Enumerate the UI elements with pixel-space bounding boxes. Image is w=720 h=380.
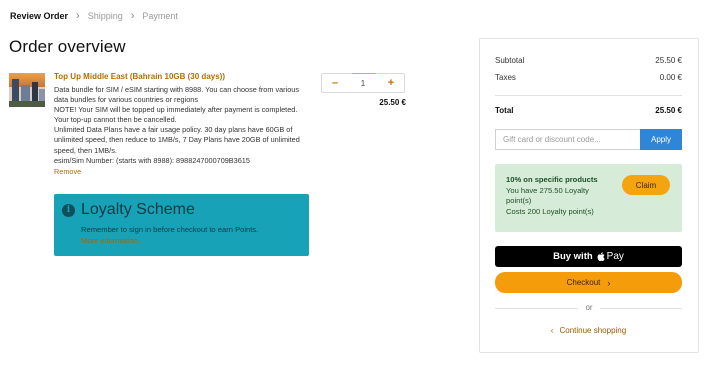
apple-pay-label: Buy with <box>553 251 593 262</box>
or-label: or <box>578 303 600 312</box>
page-title: Order overview <box>9 37 126 56</box>
reward-balance-unit: point(s) <box>506 196 532 205</box>
quantity-input[interactable] <box>351 78 375 88</box>
taxes-value: 0.00 € <box>659 73 682 82</box>
chevron-left-icon: ‹ <box>550 326 554 335</box>
checkout-label: Checkout <box>566 278 601 287</box>
chevron-right-icon: › <box>130 10 135 22</box>
product-image[interactable] <box>9 73 45 107</box>
continue-shopping-link[interactable]: ‹ Continue shopping <box>495 326 682 335</box>
divider <box>495 95 682 96</box>
apple-pay-pay-text: Pay <box>606 251 624 262</box>
total-row: Total 25.50 € <box>495 106 682 115</box>
product-policy: Unlimited Data Plans have a fair usage p… <box>54 125 300 155</box>
remove-link[interactable]: Remove <box>54 167 81 177</box>
product-description: Data bundle for SIM / eSIM starting with… <box>54 85 299 105</box>
breadcrumb: Review Order › Shipping › Payment <box>10 10 178 22</box>
subtotal-value: 25.50 € <box>655 56 682 65</box>
apply-button[interactable]: Apply <box>640 129 682 150</box>
loyalty-heading: Loyalty Scheme <box>81 201 195 218</box>
claim-button[interactable]: Claim <box>622 175 670 195</box>
total-value: 25.50 € <box>655 106 682 115</box>
discount-form: Apply <box>495 129 682 150</box>
subtotal-label: Subtotal <box>495 56 525 65</box>
quantity-stepper: – + <box>321 73 405 93</box>
chevron-right-icon: › <box>76 10 80 22</box>
reward-cost: Costs 200 Loyalty point(s) <box>506 207 594 216</box>
line-price: 25.50 € <box>379 98 406 107</box>
continue-shopping-label: Continue shopping <box>559 326 627 335</box>
checkout-button[interactable]: Checkout › <box>495 272 682 293</box>
more-information-link[interactable]: More information. <box>81 236 140 245</box>
breadcrumb-payment[interactable]: Payment <box>142 11 178 21</box>
sim-number: esim/Sim Number: (starts with 8988): 898… <box>54 155 250 165</box>
loyalty-reward-card: 10% on specific products You have 275.50… <box>495 164 682 232</box>
product-title[interactable]: Top Up Middle East (Bahrain 10GB (30 day… <box>54 72 312 82</box>
subtotal-row: Subtotal 25.50 € <box>495 56 682 65</box>
breadcrumb-review-order[interactable]: Review Order <box>10 11 68 21</box>
total-label: Total <box>495 106 514 115</box>
loyalty-message: Remember to sign in before checkout to e… <box>81 225 259 234</box>
decrement-button[interactable]: – <box>322 77 348 89</box>
breadcrumb-shipping[interactable]: Shipping <box>88 11 123 21</box>
apple-logo-icon <box>597 252 605 261</box>
discount-code-input[interactable] <box>495 129 640 150</box>
increment-button[interactable]: + <box>378 77 404 89</box>
order-summary: Subtotal 25.50 € Taxes 0.00 € Total 25.5… <box>479 38 699 353</box>
reward-balance-line: You have 275.50 Loyalty <box>506 186 589 195</box>
reward-title: 10% on specific products <box>506 175 598 184</box>
taxes-label: Taxes <box>495 73 516 82</box>
chevron-right-icon: › <box>607 277 611 288</box>
taxes-row: Taxes 0.00 € <box>495 73 682 82</box>
info-icon: i <box>62 204 75 217</box>
product-details: Top Up Middle East (Bahrain 10GB (30 day… <box>54 72 312 177</box>
apple-pay-button[interactable]: Buy with Pay <box>495 246 682 267</box>
loyalty-alert: i Loyalty Scheme Remember to sign in bef… <box>54 194 309 256</box>
product-note: NOTE! Your SIM will be topped up immedia… <box>54 105 298 125</box>
